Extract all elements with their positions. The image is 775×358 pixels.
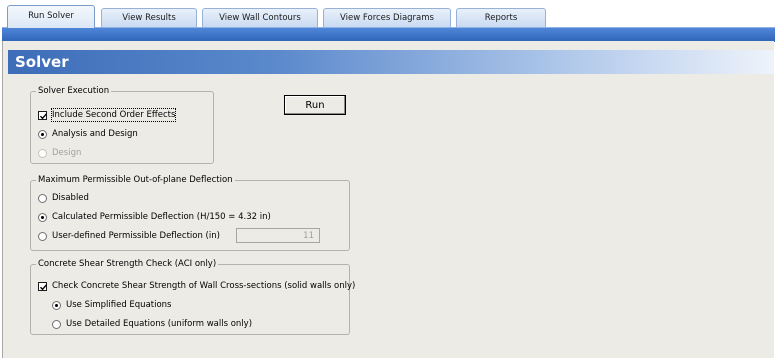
tab-view-forces-diagrams[interactable]: View Forces Diagrams	[323, 8, 451, 27]
deflection-calculated-radio[interactable]: Calculated Permissible Deflection (H/150…	[38, 211, 271, 223]
design-label: Design	[52, 148, 82, 158]
radio-button[interactable]	[52, 319, 61, 329]
deflection-legend: Maximum Permissible Out-of-plane Deflect…	[36, 174, 235, 186]
user-defined-deflection-input	[236, 228, 320, 243]
solver-execution-legend: Solver Execution	[36, 85, 112, 97]
tab-view-results[interactable]: View Results	[101, 8, 197, 27]
tab-content-strip	[2, 27, 775, 42]
tab-bar: Run Solver View Results View Wall Contou…	[0, 0, 775, 28]
radio-button[interactable]	[38, 212, 47, 222]
tab-run-solver[interactable]: Run Solver	[7, 5, 95, 28]
second-order-label: Include Second Order Effects	[50, 108, 177, 122]
deflection-user-defined-label: User-defined Permissible Deflection (in)	[52, 231, 220, 241]
tab-view-forces-diagrams-label: View Forces Diagrams	[340, 13, 434, 23]
tab-view-results-label: View Results	[122, 13, 176, 23]
shear-check-checkbox[interactable]: Check Concrete Shear Strength of Wall Cr…	[38, 280, 355, 292]
panel-header: Solver	[8, 50, 774, 74]
deflection-user-defined-radio[interactable]: User-defined Permissible Deflection (in)	[38, 230, 220, 242]
tab-reports-label: Reports	[484, 13, 518, 23]
radio-button[interactable]	[38, 129, 47, 139]
deflection-disabled-label: Disabled	[52, 193, 89, 203]
checkbox-box[interactable]	[38, 281, 48, 291]
design-radio: Design	[38, 147, 81, 159]
check-mark-icon	[39, 283, 48, 290]
panel-title: Solver	[15, 53, 69, 71]
radio-button[interactable]	[52, 300, 61, 310]
radio-button[interactable]	[38, 231, 47, 241]
tab-view-wall-contours[interactable]: View Wall Contours	[202, 8, 318, 27]
tab-reports[interactable]: Reports	[456, 8, 546, 27]
tab-view-wall-contours-label: View Wall Contours	[219, 13, 301, 23]
detailed-equations-label: Use Detailed Equations (uniform walls on…	[66, 319, 253, 329]
second-order-checkbox[interactable]: Include Second Order Effects	[38, 108, 177, 122]
check-mark-icon	[39, 112, 48, 119]
radio-button	[38, 148, 47, 158]
deflection-disabled-radio[interactable]: Disabled	[38, 192, 89, 204]
shear-check-label: Check Concrete Shear Strength of Wall Cr…	[52, 281, 356, 291]
checkbox-box[interactable]	[38, 110, 48, 120]
shear-check-legend: Concrete Shear Strength Check (ACI only)	[36, 258, 219, 270]
analysis-design-label: Analysis and Design	[52, 129, 138, 139]
simplified-equations-radio[interactable]: Use Simplified Equations	[52, 299, 172, 311]
run-button[interactable]: Run	[284, 95, 346, 115]
tab-run-solver-label: Run Solver	[28, 11, 74, 21]
simplified-equations-label: Use Simplified Equations	[66, 300, 172, 310]
deflection-calculated-label: Calculated Permissible Deflection (H/150…	[52, 212, 271, 222]
radio-button[interactable]	[38, 193, 47, 203]
detailed-equations-radio[interactable]: Use Detailed Equations (uniform walls on…	[52, 318, 252, 330]
analysis-design-radio[interactable]: Analysis and Design	[38, 128, 138, 140]
